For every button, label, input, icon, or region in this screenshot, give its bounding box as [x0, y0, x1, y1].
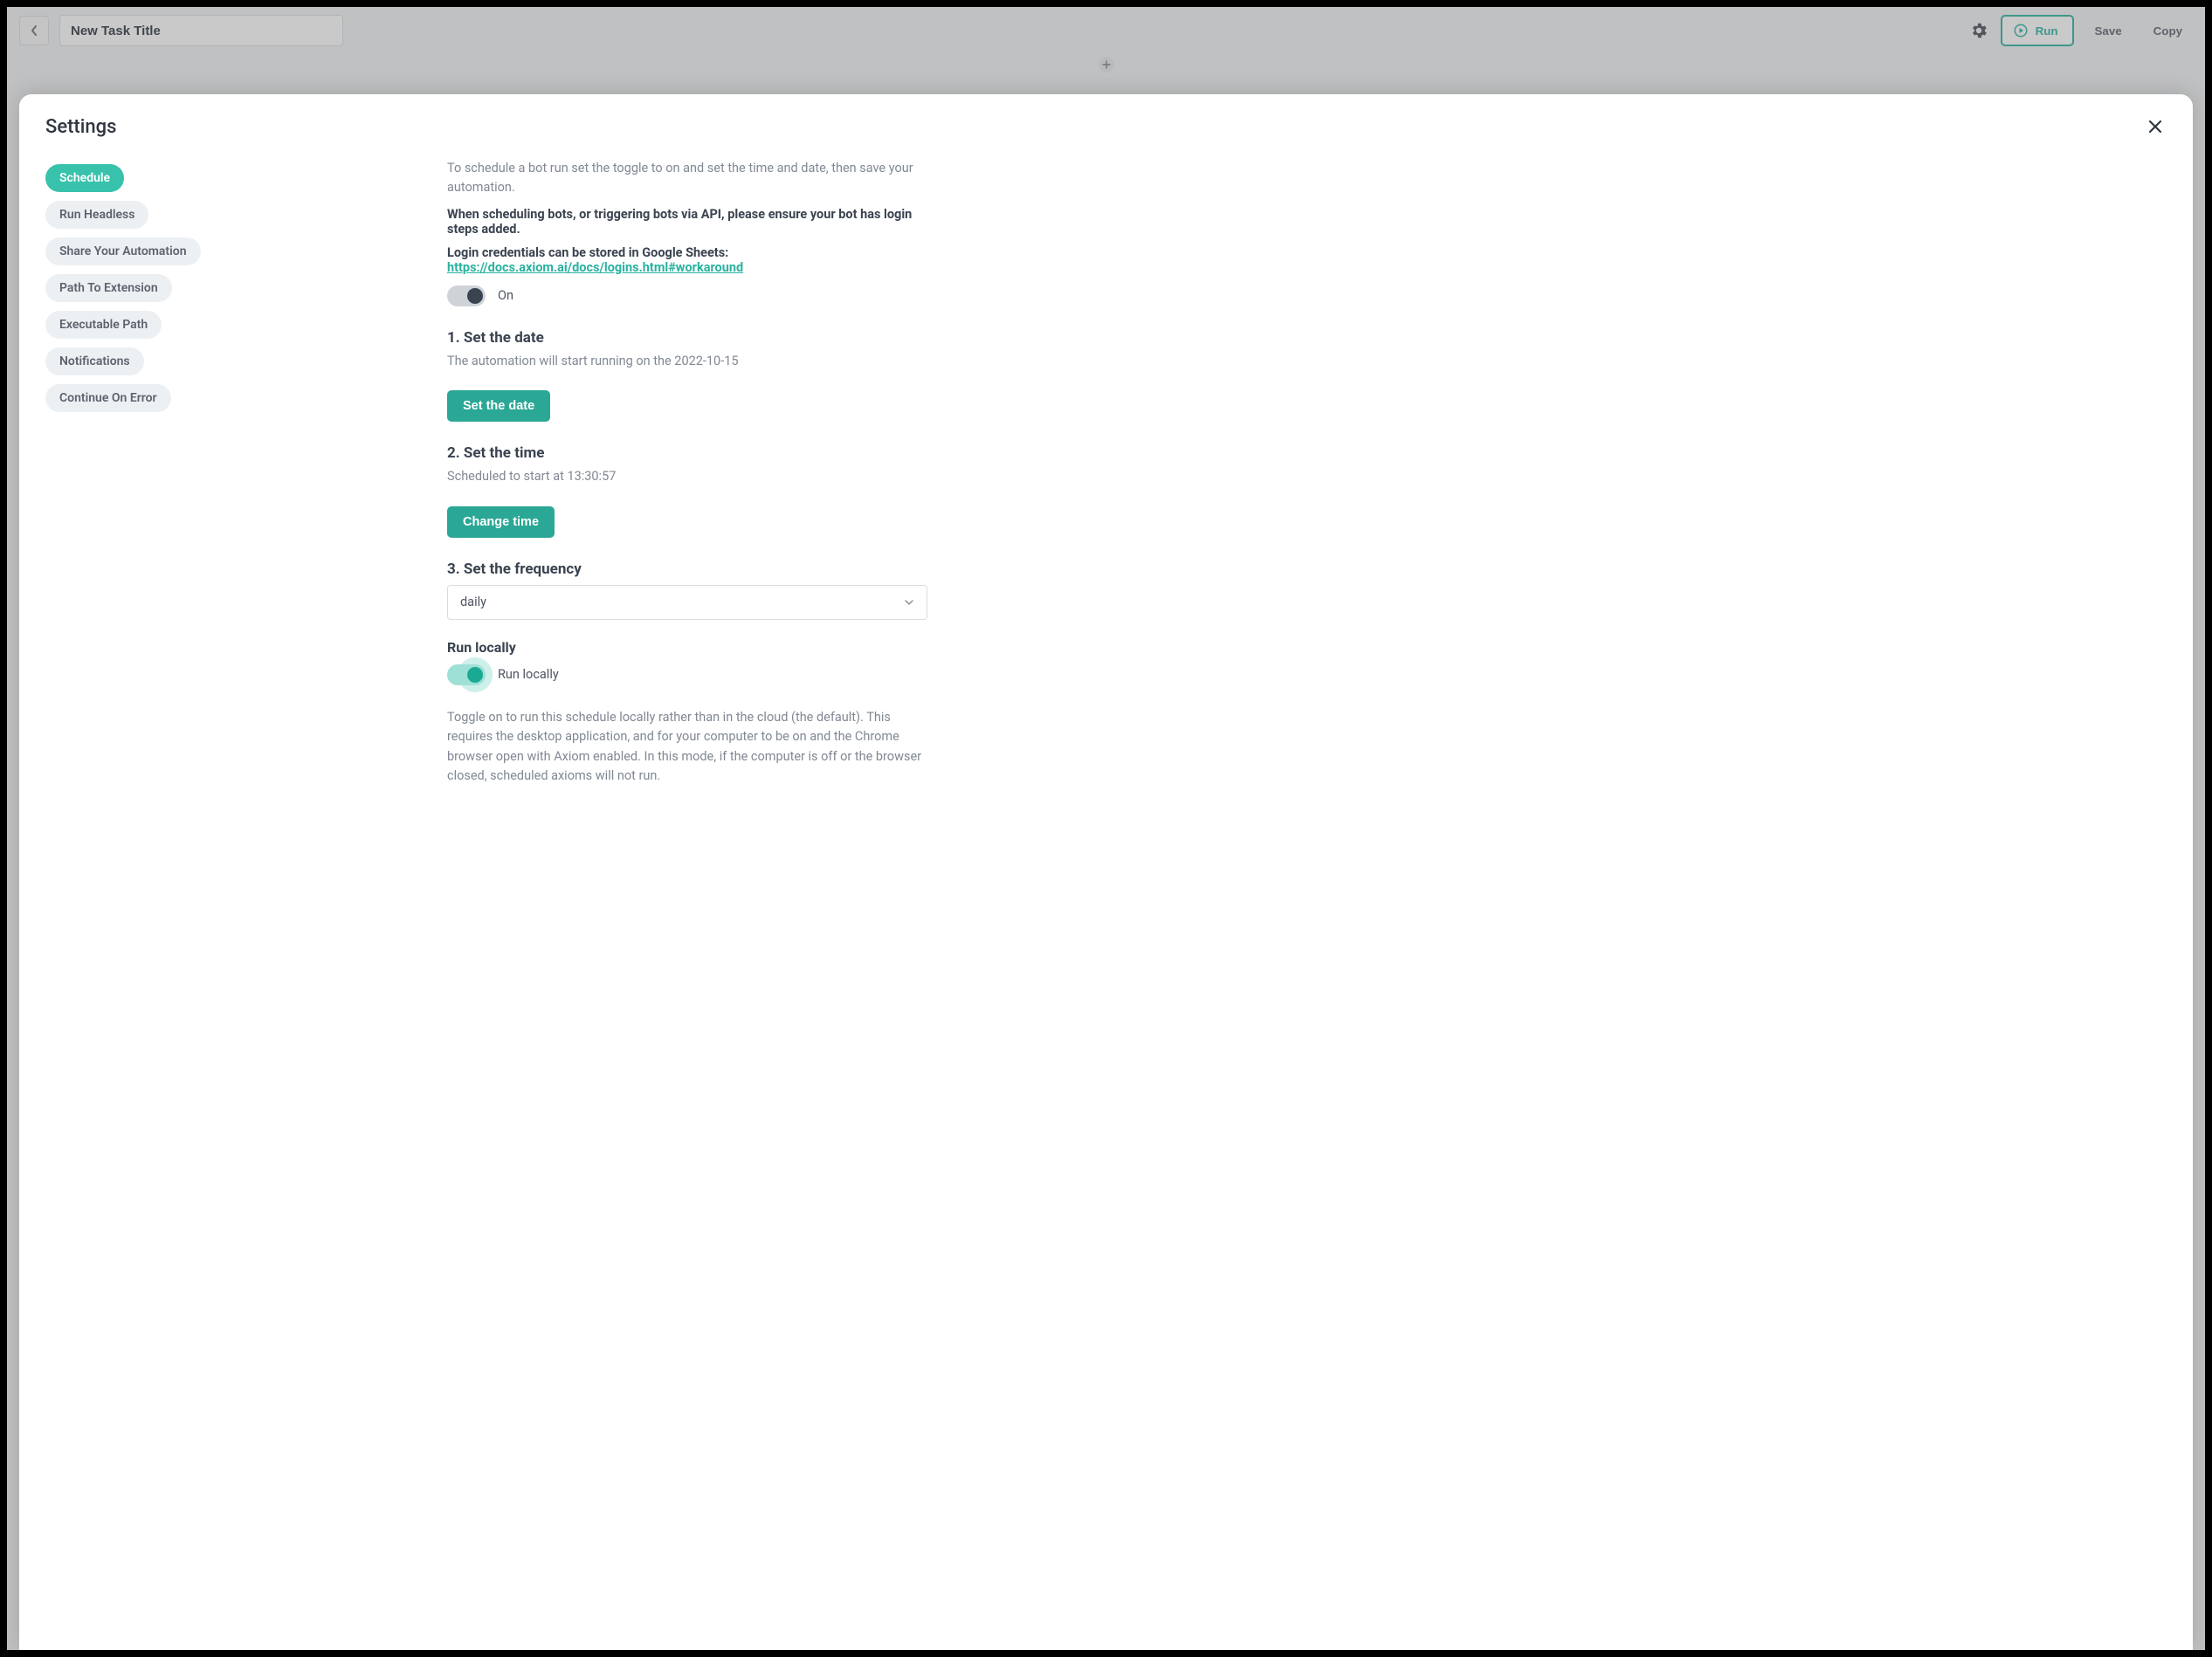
- set-date-text: The automation will start running on the…: [447, 352, 927, 371]
- settings-sidebar: Schedule Run Headless Share Your Automat…: [19, 147, 438, 1650]
- schedule-enable-toggle[interactable]: [447, 285, 486, 306]
- modal-title: Settings: [45, 116, 116, 138]
- credentials-link[interactable]: https://docs.axiom.ai/docs/logins.html#w…: [447, 260, 743, 275]
- set-time-text: Scheduled to start at 13:30:57: [447, 467, 927, 486]
- sidebar-item-schedule[interactable]: Schedule: [45, 164, 124, 192]
- run-locally-toggle[interactable]: [447, 664, 486, 685]
- frequency-value: daily: [460, 595, 486, 609]
- set-date-button[interactable]: Set the date: [447, 390, 550, 422]
- change-time-button[interactable]: Change time: [447, 506, 555, 538]
- schedule-intro: To schedule a bot run set the toggle to …: [447, 159, 927, 198]
- schedule-warning: When scheduling bots, or triggering bots…: [447, 207, 912, 237]
- sidebar-item-run-headless[interactable]: Run Headless: [45, 201, 148, 229]
- set-frequency-heading: 3. Set the frequency: [447, 560, 927, 578]
- schedule-panel: To schedule a bot run set the toggle to …: [438, 147, 945, 839]
- credentials-lead: Login credentials can be stored in Googl…: [447, 245, 728, 260]
- chevron-down-icon: [904, 599, 914, 606]
- sidebar-item-share-automation[interactable]: Share Your Automation: [45, 237, 201, 265]
- run-locally-label: Run locally: [498, 667, 559, 682]
- sidebar-item-continue-on-error[interactable]: Continue On Error: [45, 384, 171, 412]
- sidebar-item-executable-path[interactable]: Executable Path: [45, 311, 162, 339]
- sidebar-item-path-to-extension[interactable]: Path To Extension: [45, 274, 172, 302]
- close-icon: [2147, 119, 2163, 134]
- schedule-enable-label: On: [498, 288, 513, 303]
- run-locally-help: Toggle on to run this schedule locally r…: [447, 708, 927, 787]
- close-button[interactable]: [2144, 115, 2167, 138]
- sidebar-item-notifications[interactable]: Notifications: [45, 347, 144, 375]
- frequency-select[interactable]: daily: [447, 585, 927, 620]
- settings-content-scroll[interactable]: To schedule a bot run set the toggle to …: [438, 147, 2193, 1650]
- run-locally-heading: Run locally: [447, 639, 927, 656]
- settings-modal: Settings Schedule Run Headless Share You…: [19, 94, 2193, 1650]
- set-date-heading: 1. Set the date: [447, 329, 927, 347]
- set-time-heading: 2. Set the time: [447, 444, 927, 462]
